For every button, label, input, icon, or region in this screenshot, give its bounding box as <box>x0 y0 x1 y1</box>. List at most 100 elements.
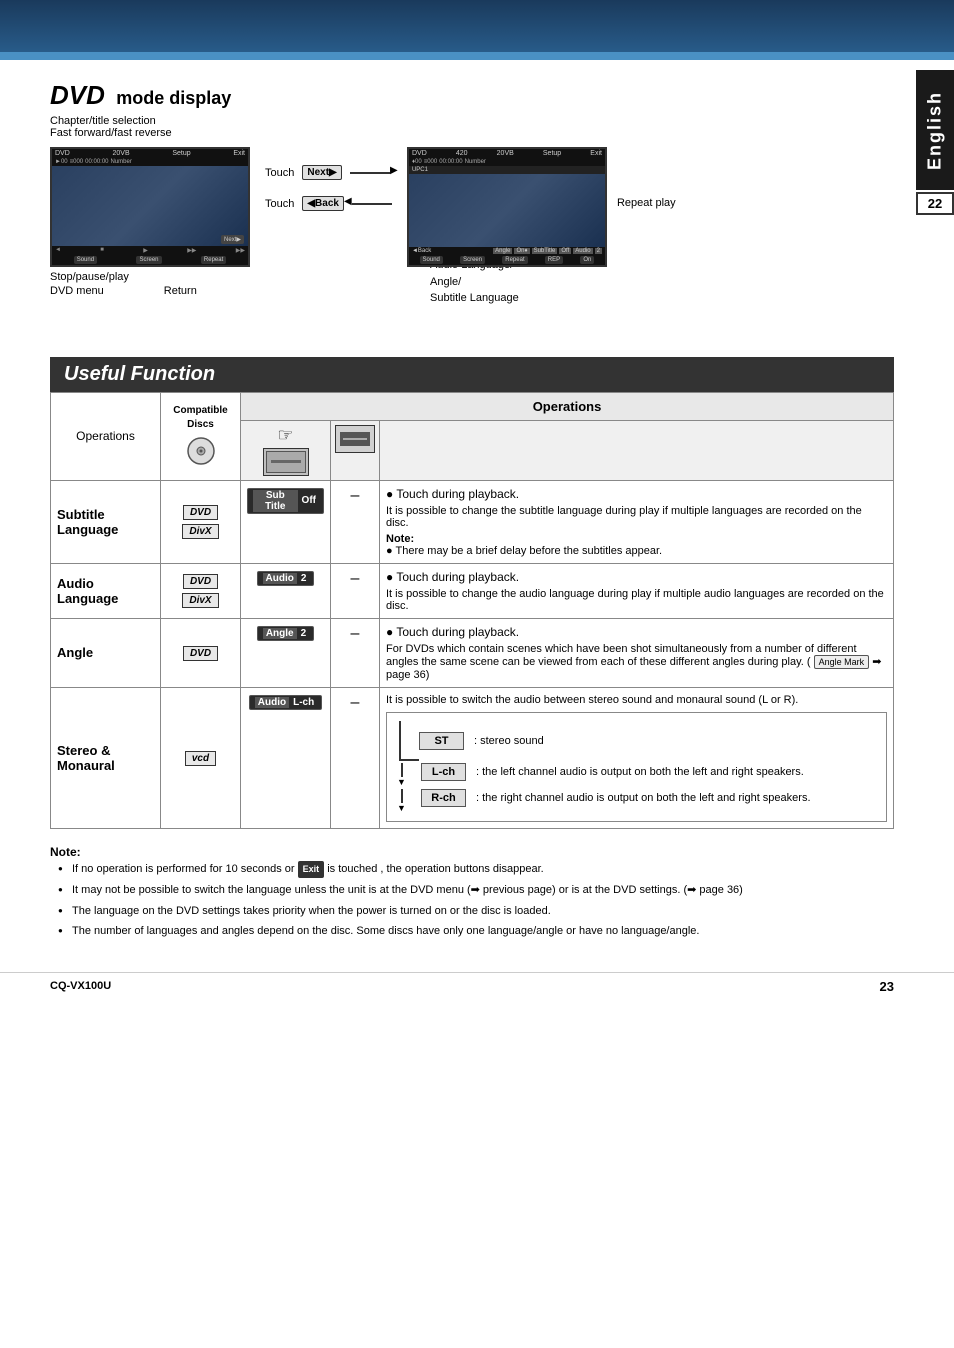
audio-touch-cell: Audio 2 <box>241 563 331 618</box>
angle-row-label: Angle <box>57 645 93 660</box>
page-number-top: 22 <box>916 192 954 215</box>
table-row: Stereo & Monaural vcd Audio L-ch – It is… <box>51 687 894 828</box>
angle-touch-tag: Angle 2 <box>257 626 314 641</box>
dvd-title: DVD <box>50 80 105 110</box>
desc-col-header <box>380 420 894 480</box>
angle-discs-cell: DVD <box>161 618 241 687</box>
subtitle-lang-discs-cell: DVD DivX <box>161 480 241 563</box>
subtitle-lang-label-cell: Subtitle Language <box>51 480 161 563</box>
list-item: It may not be possible to switch the lan… <box>58 880 894 901</box>
subtitle-touch-tag: Sub Title Off <box>247 488 324 514</box>
touch-back-label: Touch <box>265 198 294 210</box>
stereo-touch-tag: Audio L-ch <box>249 695 322 710</box>
function-table: Operations CompatibleDiscs Operations <box>50 392 894 829</box>
angle-dash-cell: – <box>331 618 380 687</box>
notes-bottom-list: If no operation is performed for 10 seco… <box>50 859 894 942</box>
touch-next-row: Touch Next▶ <box>265 165 392 180</box>
english-label: English <box>916 70 954 190</box>
dvd-mode-section: DVD mode display Chapter/title selection… <box>50 80 894 307</box>
operations-col-header: Operations <box>51 392 161 480</box>
main-content: DVD mode display Chapter/title selection… <box>0 60 954 962</box>
angle-dvd-disc: DVD <box>183 646 218 661</box>
subtitle-lang-label: Subtitle Language <box>57 507 118 537</box>
compatible-discs-label: CompatibleDiscs <box>165 404 236 432</box>
list-item: The language on the DVD settings takes p… <box>58 901 894 922</box>
angle-label-cell: Angle <box>51 618 161 687</box>
table-row: Angle DVD Angle 2 – ● Touch during playb… <box>51 618 894 687</box>
rch-connector: ▼ <box>399 789 419 813</box>
dash-col-header <box>331 420 380 480</box>
angle-touch-cell: Angle 2 <box>241 618 331 687</box>
st-row: ST : stereo sound <box>399 721 874 761</box>
angle-mark-tag: Angle Mark <box>814 655 870 669</box>
stop-pause-play-label: Stop/pause/play <box>50 271 129 283</box>
touch-next-label: Touch <box>265 167 294 179</box>
lch-row: ▼ L-ch : the left channel audio is outpu… <box>399 763 874 787</box>
list-item: If no operation is performed for 10 seco… <box>58 859 894 881</box>
repeat-play-label: Repeat play <box>617 197 676 209</box>
angle-desc-cell: ● Touch during playback. For DVDs which … <box>380 618 894 687</box>
st-tag: ST <box>419 732 464 750</box>
labels-below-first: Stop/pause/play <box>50 271 250 283</box>
notes-bottom-section: Note: If no operation is performed for 1… <box>50 845 894 942</box>
subtitle-desc: It is possible to change the subtitle la… <box>386 505 887 529</box>
audio-dvd-disc: DVD <box>167 573 234 589</box>
lch-line <box>401 763 403 777</box>
stereo-diagram: ST : stereo sound ▼ <box>386 712 887 822</box>
display-icon <box>335 425 375 453</box>
audio-lang-discs-cell: DVD DivX <box>161 563 241 618</box>
audio-lang-label-cell: Audio Language <box>51 563 161 618</box>
stereo-label-cell: Stereo & Monaural <box>51 687 161 828</box>
subtitle-bullet: ● Touch during playback. <box>386 487 887 501</box>
audio-lang-row-label: Audio Language <box>57 576 118 606</box>
stereo-touch-cell: Audio L-ch <box>241 687 331 828</box>
lch-item: L-ch : the left channel audio is output … <box>419 763 804 781</box>
screen-icon <box>263 448 309 476</box>
dvd-title-sub: mode display <box>116 88 231 108</box>
model-number: CQ-VX100U <box>50 980 111 992</box>
dvd-disc-icon: DVD <box>167 504 234 520</box>
second-screen-area: DVD42020VBSetupExit ♦00≡00000:00:00Numbe… <box>407 147 607 267</box>
rch-desc: : the right channel audio is output on b… <box>476 792 811 804</box>
disc-svg-icon <box>176 436 226 466</box>
screen-box-2: DVD42020VBSetupExit ♦00≡00000:00:00Numbe… <box>407 147 607 267</box>
rch-item: R-ch : the right channel audio is output… <box>419 789 811 807</box>
audio-dash-cell: – <box>331 563 380 618</box>
touch-next-btn: Next▶ <box>302 165 341 180</box>
st-desc: : stereo sound <box>474 735 544 747</box>
useful-function-header: Useful Function <box>50 357 894 392</box>
touch-back-row: Touch ◀Back <box>265 196 392 211</box>
stereo-desc: It is possible to switch the audio betwe… <box>386 694 887 706</box>
screen-box-1: DVD20VBSetupExit ►00≡00000:00:00Number N… <box>50 147 250 267</box>
divx-disc-icon: DivX <box>167 523 234 539</box>
chapter-label: Chapter/title selection <box>50 115 894 127</box>
notes-bottom-title: Note: <box>50 845 894 859</box>
lch-connector: ▼ <box>399 763 419 787</box>
subtitle-dash-cell: – <box>331 480 380 563</box>
arrow-right-icon <box>350 172 390 174</box>
disc-icon-area <box>165 436 236 469</box>
lch-desc: : the left channel audio is output on bo… <box>476 766 804 778</box>
stereo-dash-cell: – <box>331 687 380 828</box>
return-label: Return <box>164 285 197 297</box>
touch-arrows-area: Touch Next▶ Touch ◀Back <box>250 147 407 229</box>
st-item: ST : stereo sound <box>419 732 544 750</box>
stereo-desc-cell: It is possible to switch the audio betwe… <box>380 687 894 828</box>
subtitle-desc-cell: ● Touch during playback. It is possible … <box>380 480 894 563</box>
table-row: Audio Language DVD DivX Audio 2 <box>51 563 894 618</box>
table-row: Subtitle Language DVD DivX Sub Title <box>51 480 894 563</box>
angle-desc: For DVDs which contain scenes which have… <box>386 643 887 681</box>
stereo-vcd-disc: vcd <box>185 751 216 766</box>
down-arrow-1: ▼ <box>397 777 406 787</box>
audio-desc: It is possible to change the audio langu… <box>386 588 887 612</box>
header-row-1: Operations CompatibleDiscs Operations <box>51 392 894 420</box>
bottom-bar: CQ-VX100U 23 <box>0 972 954 1000</box>
audio-bullet: ● Touch during playback. <box>386 570 887 584</box>
stereo-row-label: Stereo & Monaural <box>57 743 115 773</box>
rch-tag: R-ch <box>421 789 466 807</box>
touch-screen-header: ☞ <box>241 420 331 480</box>
top-banner <box>0 0 954 60</box>
audio-desc-cell: ● Touch during playback. It is possible … <box>380 563 894 618</box>
subtitle-note: Note:● There may be a brief delay before… <box>386 533 887 557</box>
ops-top-header: Operations <box>241 392 894 420</box>
